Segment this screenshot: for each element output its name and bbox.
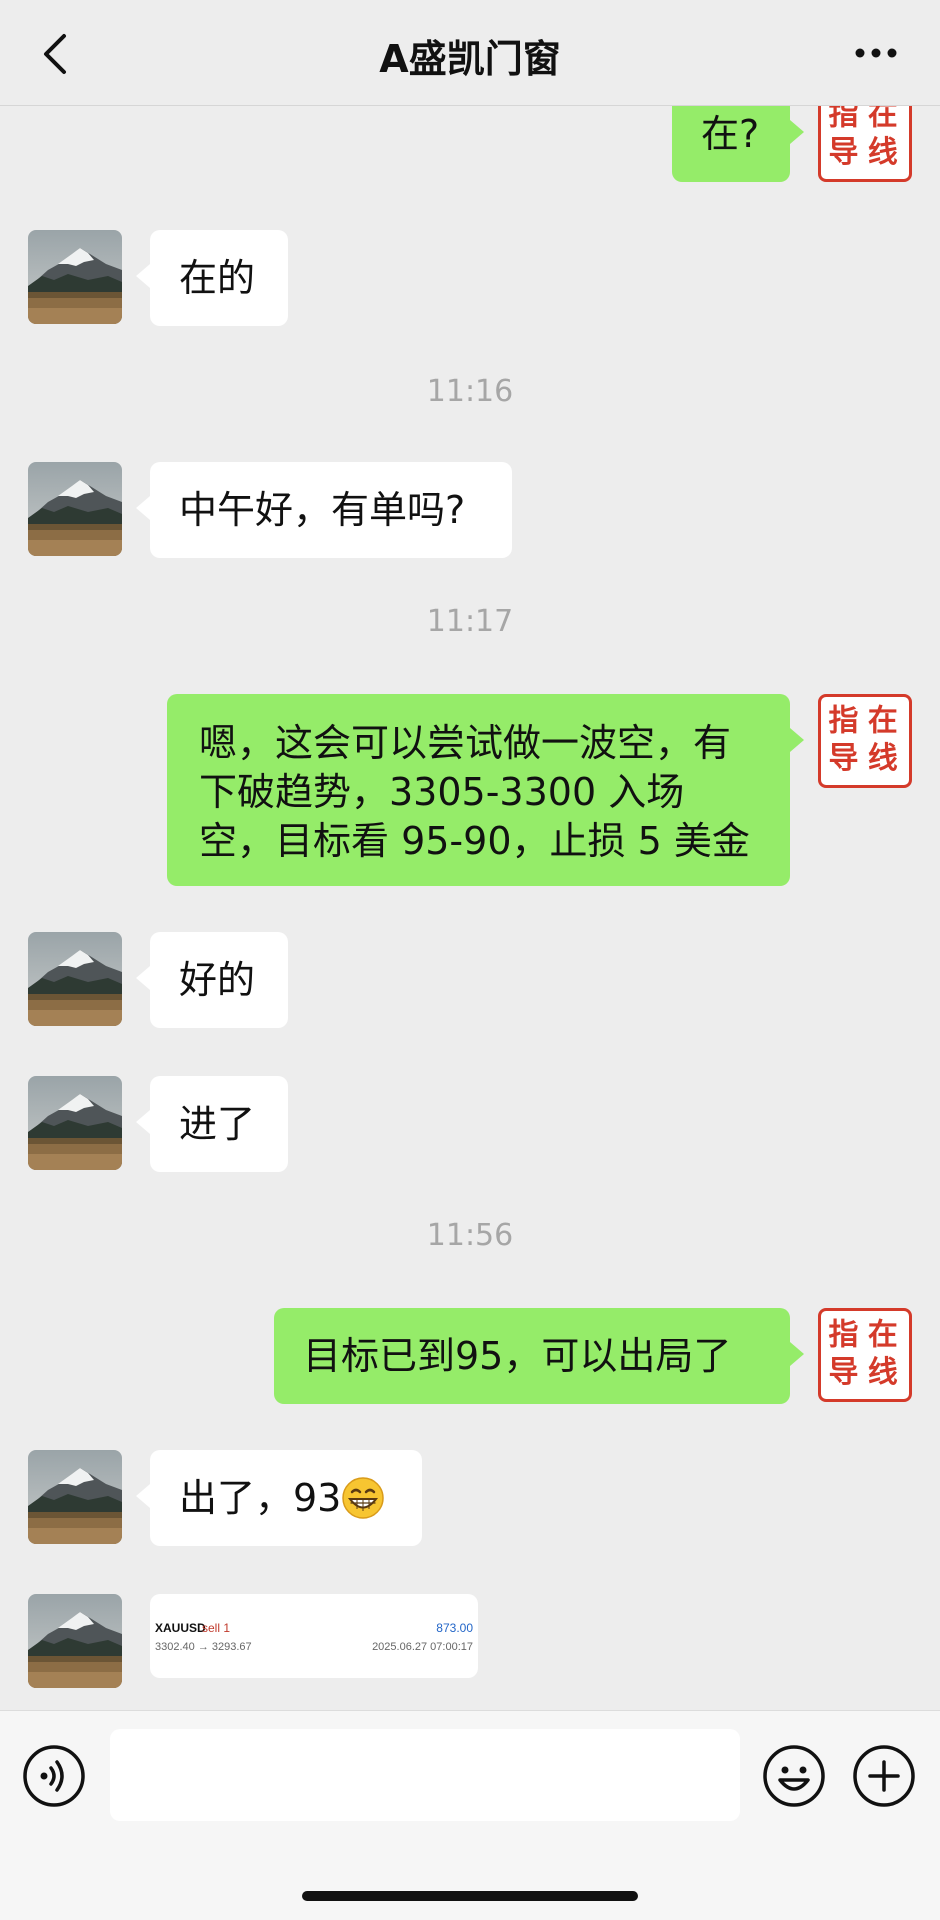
message-input[interactable] — [110, 1729, 740, 1821]
emoji-icon[interactable] — [762, 1744, 826, 1808]
trade-symbol: XAUUSD — [155, 1621, 206, 1635]
outgoing-bubble[interactable]: 目标已到95，可以出局了 — [274, 1308, 804, 1404]
message-text-line: 下破趋势，3305-3300 入场 — [199, 770, 685, 814]
message-text: 目标已到95，可以出局了 — [303, 1333, 732, 1378]
trade-time: 2025.06.27 07:00:17 — [372, 1641, 473, 1653]
contact-avatar[interactable] — [28, 932, 122, 1026]
incoming-bubble[interactable]: 好的 — [136, 932, 288, 1028]
message-text: 出了，93 — [179, 1475, 342, 1520]
voice-icon[interactable] — [22, 1744, 86, 1808]
self-avatar-stamp[interactable] — [818, 694, 912, 788]
input-bar — [0, 1710, 940, 1920]
message-text-line: 空，目标看 95-90，止损 5 美金 — [199, 819, 750, 863]
contact-avatar[interactable] — [28, 230, 122, 324]
self-avatar-stamp[interactable] — [818, 106, 912, 182]
incoming-bubble[interactable]: 中午好，有单吗? — [136, 462, 512, 558]
contact-avatar[interactable] — [28, 1076, 122, 1170]
outgoing-bubble[interactable]: 在? — [672, 106, 804, 182]
timestamp: 11:16 — [426, 374, 514, 409]
plus-icon[interactable] — [852, 1744, 916, 1808]
message-text-line: 嗯，这会可以尝试做一波空，有 — [199, 721, 732, 765]
contact-avatar[interactable] — [28, 1450, 122, 1544]
message-list[interactable]: 在? 在的 11:16 中午好，有单吗? 11:17 嗯，这会可以尝试做一波空，… — [0, 106, 940, 1710]
incoming-bubble[interactable]: 在的 — [136, 230, 288, 326]
message-text: 中午好，有单吗? — [179, 487, 466, 532]
message-text: 进了 — [179, 1101, 256, 1146]
self-avatar-stamp[interactable] — [818, 1308, 912, 1402]
trade-profit: 873.00 — [436, 1621, 473, 1635]
chat-header: A盛凯门窗 — [0, 0, 940, 106]
timestamp: 11:17 — [426, 604, 514, 639]
message-text: 在? — [701, 111, 760, 156]
trade-prices: 3302.40 → 3293.67 — [155, 1641, 252, 1653]
outgoing-bubble[interactable]: 嗯，这会可以尝试做一波空，有 下破趋势，3305-3300 入场 空，目标看 9… — [167, 694, 804, 886]
contact-avatar[interactable] — [28, 1594, 122, 1688]
chat-title: A盛凯门窗 — [379, 37, 561, 81]
timestamp: 11:56 — [426, 1218, 514, 1253]
incoming-bubble[interactable]: 进了 — [136, 1076, 288, 1172]
trade-side: sell 1 — [202, 1621, 231, 1635]
incoming-bubble[interactable]: 出了，93 — [136, 1450, 422, 1546]
trade-record-card[interactable]: XAUUSD sell 1 873.00 3302.40 → 3293.67 2… — [150, 1594, 478, 1678]
more-icon[interactable] — [852, 34, 900, 72]
contact-avatar[interactable] — [28, 462, 122, 556]
message-text: 好的 — [179, 957, 256, 1002]
message-text: 在的 — [179, 255, 256, 300]
home-indicator — [302, 1891, 638, 1901]
grinning-face-emoji-icon — [342, 1477, 385, 1519]
